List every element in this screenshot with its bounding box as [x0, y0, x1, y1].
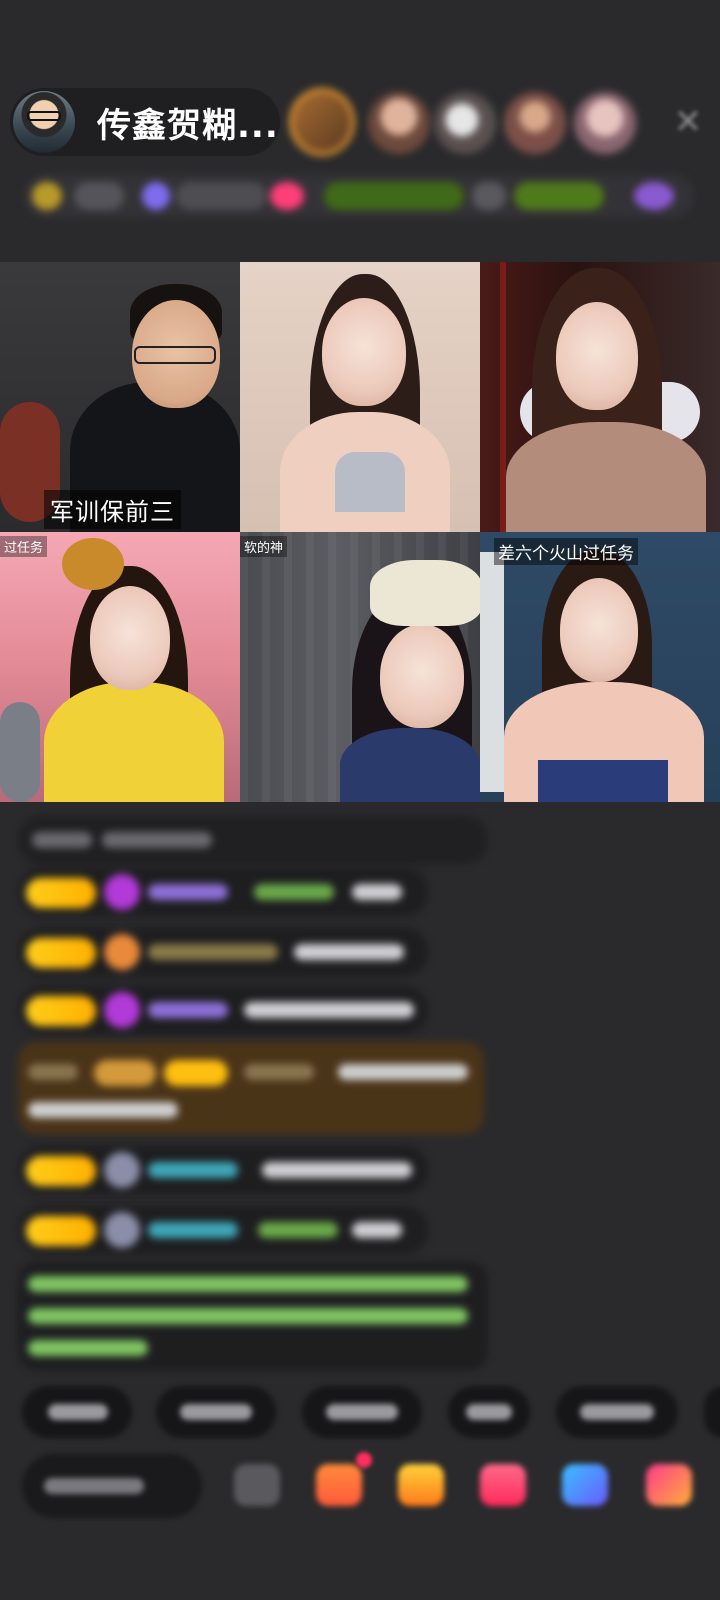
viewer-avatar[interactable] — [504, 92, 566, 154]
chat-message[interactable] — [18, 816, 488, 864]
comment-input[interactable] — [22, 1454, 202, 1518]
tile-caption: 军训保前三 — [44, 490, 181, 529]
gift-icon[interactable] — [398, 1464, 444, 1506]
tile-caption: 软的神 — [240, 536, 288, 557]
video-grid: 军训保前三 过任务 软的神 差六个火山过任务 — [0, 262, 720, 802]
emoji-icon[interactable] — [234, 1464, 280, 1506]
chat-message[interactable] — [18, 1146, 428, 1194]
video-tile[interactable]: 过任务 — [0, 532, 240, 802]
shop-icon[interactable] — [316, 1464, 362, 1506]
tile-caption: 差六个火山过任务 — [494, 538, 638, 565]
chat-message[interactable] — [18, 1206, 428, 1254]
game-icon[interactable] — [480, 1464, 526, 1506]
viewer-avatar[interactable] — [574, 92, 636, 154]
video-tile[interactable] — [240, 262, 480, 532]
viewer-avatar[interactable] — [434, 92, 496, 154]
chat-message[interactable] — [18, 986, 428, 1034]
host-name: 传鑫贺糊... — [97, 105, 279, 146]
viewer-avatar[interactable] — [289, 88, 355, 156]
quick-reply-chip[interactable] — [156, 1386, 276, 1438]
interaction-icon[interactable] — [562, 1464, 608, 1506]
video-tile[interactable] — [480, 262, 720, 532]
quick-reply-chip[interactable] — [556, 1386, 678, 1438]
video-tile[interactable]: 软的神 — [240, 532, 480, 802]
more-icon[interactable] — [646, 1464, 692, 1506]
viewer-avatar[interactable] — [368, 92, 430, 154]
tile-caption: 过任务 — [0, 536, 48, 557]
chat-message[interactable] — [18, 928, 428, 976]
quick-reply-chip[interactable] — [302, 1386, 422, 1438]
quick-reply-chip[interactable] — [22, 1386, 132, 1438]
live-status-strip[interactable] — [24, 174, 694, 218]
chat-message[interactable] — [18, 868, 428, 916]
video-tile[interactable]: 军训保前三 — [0, 262, 240, 532]
close-icon[interactable]: ✕ — [670, 104, 706, 140]
video-tile[interactable]: 差六个火山过任务 — [480, 532, 720, 802]
notification-dot — [356, 1452, 372, 1468]
host-avatar[interactable] — [13, 91, 75, 153]
quick-reply-chip[interactable] — [448, 1386, 530, 1438]
gift-banner[interactable] — [18, 1042, 484, 1134]
host-info-pill[interactable]: 传鑫贺糊... — [10, 88, 280, 156]
system-notice — [18, 1262, 488, 1370]
quick-reply-chip[interactable] — [704, 1386, 720, 1438]
